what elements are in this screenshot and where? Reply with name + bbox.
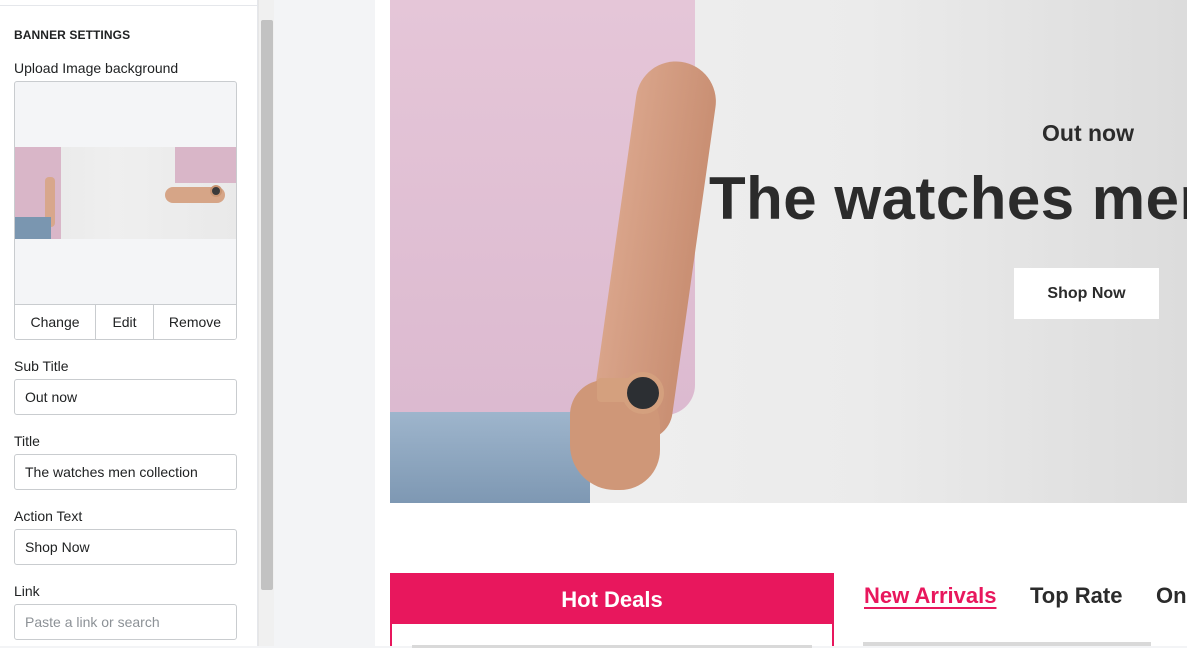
shop-now-button[interactable]: Shop Now: [1014, 268, 1159, 319]
hero-banner[interactable]: Out now The watches men Shop Now: [390, 0, 1187, 503]
tab-new-arrivals[interactable]: New Arrivals: [864, 583, 996, 609]
settings-sidebar: BANNER SETTINGS Upload Image background …: [0, 0, 258, 646]
image-label: Upload Image background: [14, 60, 179, 76]
scrollbar-thumb[interactable]: [261, 20, 273, 590]
image-actions: Change Edit Remove: [15, 304, 236, 339]
thumbnail-jeans: [15, 217, 51, 239]
section-heading: BANNER SETTINGS: [14, 28, 131, 42]
product-placeholder-bar: [863, 642, 1151, 646]
image-picker[interactable]: Change Edit Remove: [14, 81, 237, 340]
banner-subtitle: Out now: [1042, 120, 1134, 146]
subtitle-input[interactable]: [14, 379, 237, 415]
edit-image-button[interactable]: Edit: [96, 305, 154, 339]
link-input[interactable]: [14, 604, 237, 640]
thumbnail-shirt-right: [175, 147, 236, 183]
title-label: Title: [14, 433, 40, 449]
banner-title: The watches men: [709, 165, 1187, 232]
title-input[interactable]: [14, 454, 237, 490]
banner-image-thumbnail: [15, 147, 236, 239]
link-label: Link: [14, 583, 40, 599]
banner-jeans: [390, 412, 590, 503]
hot-deals-panel: Hot Deals: [390, 573, 834, 648]
subtitle-label: Sub Title: [14, 358, 69, 374]
remove-image-button[interactable]: Remove: [154, 305, 236, 339]
banner-watch: [622, 372, 664, 414]
tab-on-sale[interactable]: On: [1156, 583, 1187, 609]
divider: [0, 5, 258, 6]
action-text-label: Action Text: [14, 508, 83, 524]
thumbnail-watch: [210, 185, 222, 197]
tab-top-rate[interactable]: Top Rate: [1030, 583, 1122, 609]
action-text-input[interactable]: [14, 529, 237, 565]
change-image-button[interactable]: Change: [15, 305, 96, 339]
hot-deals-heading: Hot Deals: [392, 575, 832, 624]
sidebar-scrollbar[interactable]: [258, 0, 274, 646]
